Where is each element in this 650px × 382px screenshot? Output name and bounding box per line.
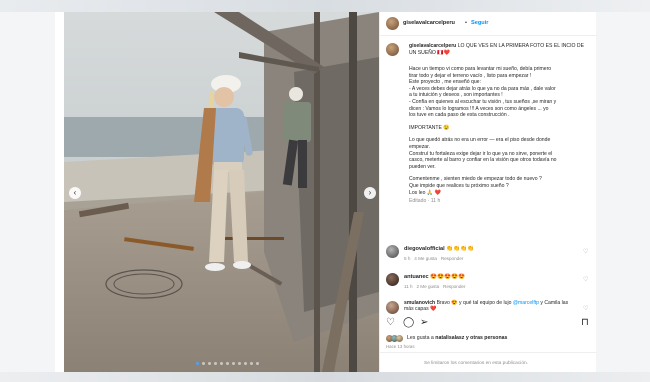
bottom-background-strip xyxy=(0,372,650,382)
comment-likes[interactable]: 4 Me gusta xyxy=(414,256,437,261)
carousel-dot xyxy=(226,362,229,365)
comment-meta: 5 h 4 Me gusta Responder xyxy=(404,255,463,262)
caption-line: casco, meterte al barro y confiar en la … xyxy=(409,157,557,164)
likes-suffix[interactable]: y otras personas xyxy=(466,335,508,341)
author-avatar[interactable] xyxy=(386,17,399,30)
caption-body: Hace un tiempo vi como para levantar mi … xyxy=(409,66,589,205)
comment-reply-button[interactable]: Responder xyxy=(441,256,463,261)
right-background xyxy=(596,12,650,372)
comment-limited-footer: Se limitaron los comentarios en esta pub… xyxy=(380,352,597,372)
carousel-dot xyxy=(238,362,241,365)
comment-likes[interactable]: 2 Me gusta xyxy=(416,284,439,289)
caption-line: Este proyecto , me enseñó que: xyxy=(409,79,481,86)
caption-line: - A veces debes dejar atrás lo que ya no… xyxy=(409,85,556,92)
author-username[interactable]: giselavalcarcelperu xyxy=(403,20,455,27)
post-details-panel: giselavalcarcelperu • Seguir giselavalca… xyxy=(379,12,597,372)
carousel-indicator xyxy=(196,362,259,365)
bookmark-icon[interactable]: ⊓ xyxy=(581,318,589,328)
comment-reply-button[interactable]: Responder xyxy=(443,284,465,289)
caption-headline-row: giselavalcarcelperu LO QUE VES EN LA PRI… xyxy=(409,43,589,56)
like-heart-icon[interactable]: ♡ xyxy=(386,318,395,328)
caption-avatar[interactable] xyxy=(386,43,399,56)
comment-bubble-icon[interactable]: ◯ xyxy=(403,318,414,328)
comment-like-icon[interactable]: ♡ xyxy=(583,276,588,283)
caption-line: Los leo 🙏 ❤️ xyxy=(409,189,441,196)
likes-username[interactable]: natalisalasz xyxy=(435,335,464,341)
caption-line: tirar todo y dejar el terreno vacío , li… xyxy=(409,72,532,79)
carousel-dot xyxy=(232,362,235,365)
comment-body: 😍😍😍😍😍 xyxy=(430,274,465,280)
carousel-dot xyxy=(250,362,253,365)
caption-line: - Confía en quienes al escuchar tu visió… xyxy=(409,98,557,105)
comment-username[interactable]: diegovalofficial xyxy=(404,246,445,252)
caption-line: empezar. xyxy=(409,143,430,150)
comment-body: 👏👏👏👏 xyxy=(446,246,475,252)
caption-important: IMPORTANTE 😉 xyxy=(409,124,450,131)
caption-line: dicen : Vamos lo logramos !!! A veces so… xyxy=(409,105,549,112)
carousel-dot xyxy=(220,362,223,365)
caption-line: pueden ver. xyxy=(409,163,436,170)
caption-line: Lo que quedó atrás no era un error — era… xyxy=(409,137,551,144)
caption-line: Comentenme , sienten miedo de empezar to… xyxy=(409,176,542,183)
carousel-dot xyxy=(202,362,205,365)
likes-summary: Les gusta a natalisalasz y otras persona… xyxy=(407,335,507,342)
comment-text: smulanovich Bravo 😍 y qué tal equipo de … xyxy=(404,300,579,313)
caption-username[interactable]: giselavalcarcelperu xyxy=(409,43,456,49)
caption-line: los tuve en cada paso de esta construcci… xyxy=(409,112,510,119)
carousel-dot xyxy=(196,362,199,365)
post-timestamp: Hace 13 horas xyxy=(386,344,415,349)
comment-avatar[interactable] xyxy=(386,245,399,258)
previous-photo-button[interactable]: ‹ xyxy=(69,187,81,199)
comment-avatar[interactable] xyxy=(386,273,399,286)
comment-text: diegovalofficial 👏👏👏👏 xyxy=(404,246,474,253)
follow-button[interactable]: Seguir xyxy=(471,20,488,27)
carousel-dot xyxy=(256,362,259,365)
comment-mention[interactable]: @marcelftp xyxy=(513,300,539,306)
next-photo-button[interactable]: › xyxy=(364,187,376,199)
comment-body: Bravo 😍 y qué tal equipo de lujo xyxy=(436,300,512,306)
share-send-icon[interactable]: ➢ xyxy=(420,318,428,328)
comment-text: antuanec 😍😍😍😍😍 xyxy=(404,274,465,281)
caption-edited-time: Editado · 11 h xyxy=(409,198,441,205)
liker-avatar xyxy=(396,335,403,342)
construction-scene-image xyxy=(64,12,379,372)
comment-username[interactable]: antuanec xyxy=(404,274,429,280)
post-header: giselavalcarcelperu • Seguir xyxy=(380,12,597,36)
caption-line: Que impide que realices tu próximo sueño… xyxy=(409,182,509,189)
left-background xyxy=(0,12,55,372)
comment-like-icon[interactable]: ♡ xyxy=(583,248,588,255)
comment-time: 5 h xyxy=(404,256,411,261)
carousel-dot xyxy=(214,362,217,365)
separator-dot: • xyxy=(465,20,467,26)
instagram-post: ‹ › giselavalcarcelperu • Seguir giselav… xyxy=(55,12,597,372)
likes-prefix: Les gusta a xyxy=(407,335,434,341)
comment-time: 11 h xyxy=(404,284,413,289)
caption-line: a tu intuición y deseos , son importante… xyxy=(409,92,503,99)
comments-limited-notice: Se limitaron los comentarios en esta pub… xyxy=(424,361,528,366)
top-background-strip xyxy=(0,0,650,12)
carousel-dot xyxy=(208,362,211,365)
comment-avatar[interactable] xyxy=(386,301,399,314)
caption-line: Hace un tiempo vi como para levantar mi … xyxy=(409,66,552,72)
comment-meta: 11 h 2 Me gusta Responder xyxy=(404,283,466,290)
post-action-bar: ♡ ◯ ➢ ⊓ xyxy=(386,318,591,332)
caption-line: Construí tu fortaleza exige dejar ir lo … xyxy=(409,150,553,157)
comment-like-icon[interactable]: ♡ xyxy=(583,305,588,312)
screenshot-frame: ‹ › giselavalcarcelperu • Seguir giselav… xyxy=(0,0,650,382)
carousel-dot xyxy=(244,362,247,365)
post-photo[interactable]: ‹ › xyxy=(64,12,379,372)
